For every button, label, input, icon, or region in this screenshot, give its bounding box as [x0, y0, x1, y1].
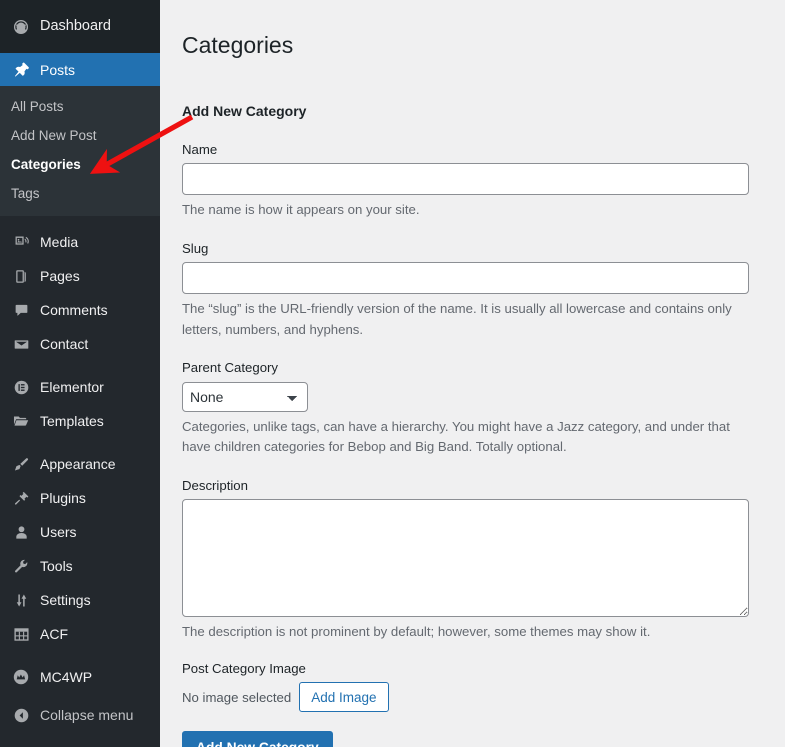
sidebar-item-label: Posts [40, 63, 75, 77]
sidebar-divider [0, 216, 160, 225]
sidebar-item-label: Contact [40, 337, 88, 351]
sidebar-divider [0, 651, 160, 660]
slug-label: Slug [182, 240, 763, 258]
sidebar-divider [0, 438, 160, 447]
parent-category-select[interactable]: None [182, 382, 308, 412]
sidebar-item-label: Pages [40, 269, 80, 283]
wordpress-admin-screen: Dashboard Posts All Posts Add New Post C… [0, 0, 785, 747]
post-category-image-row: No image selected Add Image [182, 682, 763, 712]
sidebar-item-settings[interactable]: Settings [0, 583, 160, 617]
field-description: Description The description is not promi… [182, 477, 763, 643]
parent-category-label: Parent Category [182, 359, 763, 377]
description-label: Description [182, 477, 763, 495]
main-content: Categories Add New Category Name The nam… [160, 0, 785, 747]
sidebar-item-acf[interactable]: ACF [0, 617, 160, 651]
plug-icon [11, 488, 31, 508]
sidebar-item-appearance[interactable]: Appearance [0, 447, 160, 481]
folder-icon [11, 411, 31, 431]
sidebar-item-label: Templates [40, 414, 104, 428]
sidebar-item-label: Settings [40, 593, 91, 607]
sidebar-item-label: Comments [40, 303, 108, 317]
pages-icon [11, 266, 31, 286]
sidebar-item-dashboard[interactable]: Dashboard [0, 0, 160, 53]
sidebar-item-label: Media [40, 235, 78, 249]
name-label: Name [182, 141, 763, 159]
slug-help-text: The “slug” is the URL-friendly version o… [182, 299, 748, 340]
submenu-item-all-posts[interactable]: All Posts [0, 92, 160, 121]
form-heading: Add New Category [182, 103, 763, 119]
sidebar-item-pages[interactable]: Pages [0, 259, 160, 293]
elementor-icon [11, 377, 31, 397]
dashboard-gauge-icon [11, 17, 31, 37]
description-textarea[interactable] [182, 499, 749, 617]
submenu-item-add-new-post[interactable]: Add New Post [0, 121, 160, 150]
paintbrush-icon [11, 454, 31, 474]
parent-category-help-text: Categories, unlike tags, can have a hier… [182, 417, 748, 458]
collapse-menu-label: Collapse menu [40, 708, 133, 722]
sidebar-item-comments[interactable]: Comments [0, 293, 160, 327]
media-icon [11, 232, 31, 252]
collapse-menu-button[interactable]: Collapse menu [0, 698, 160, 732]
description-help-text: The description is not prominent by defa… [182, 622, 748, 642]
slug-input[interactable] [182, 262, 749, 294]
add-new-category-submit-button[interactable]: Add New Category [182, 731, 333, 747]
sidebar-item-tools[interactable]: Tools [0, 549, 160, 583]
sidebar-item-mc4wp[interactable]: MC4WP [0, 660, 160, 694]
add-image-button[interactable]: Add Image [299, 682, 388, 712]
envelope-icon [11, 334, 31, 354]
field-slug: Slug The “slug” is the URL-friendly vers… [182, 240, 763, 340]
field-name: Name The name is how it appears on your … [182, 141, 763, 221]
post-category-image-label: Post Category Image [182, 660, 763, 678]
sidebar-item-media[interactable]: Media [0, 225, 160, 259]
sidebar-item-posts[interactable]: Posts [0, 53, 160, 86]
sidebar-item-label: Users [40, 525, 77, 539]
admin-sidebar: Dashboard Posts All Posts Add New Post C… [0, 0, 160, 747]
sidebar-item-users[interactable]: Users [0, 515, 160, 549]
mailchimp-icon [11, 667, 31, 687]
add-category-form: Name The name is how it appears on your … [182, 141, 763, 747]
page-title: Categories [182, 22, 763, 65]
sidebar-item-label: Tools [40, 559, 73, 573]
sidebar-item-label: MC4WP [40, 670, 92, 684]
sidebar-item-contact[interactable]: Contact [0, 327, 160, 361]
chevron-left-circle-icon [11, 705, 31, 725]
sidebar-item-elementor[interactable]: Elementor [0, 370, 160, 404]
posts-submenu: All Posts Add New Post Categories Tags [0, 86, 160, 216]
sidebar-item-label: Elementor [40, 380, 104, 394]
name-input[interactable] [182, 163, 749, 195]
pin-icon [11, 60, 31, 80]
field-parent-category: Parent Category None Categories, unlike … [182, 359, 763, 457]
sidebar-item-label: ACF [40, 627, 68, 641]
sliders-icon [11, 590, 31, 610]
grid-table-icon [11, 624, 31, 644]
sidebar-item-label: Plugins [40, 491, 86, 505]
sidebar-divider [0, 361, 160, 370]
submenu-item-label: All Posts [11, 99, 64, 114]
no-image-selected-text: No image selected [182, 690, 291, 705]
submenu-item-label: Categories [11, 157, 81, 172]
sidebar-item-label: Appearance [40, 457, 116, 471]
field-post-category-image: Post Category Image No image selected Ad… [182, 660, 763, 712]
submenu-item-categories[interactable]: Categories [0, 150, 160, 179]
user-icon [11, 522, 31, 542]
submenu-item-tags[interactable]: Tags [0, 179, 160, 208]
submenu-item-label: Add New Post [11, 128, 97, 143]
sidebar-item-plugins[interactable]: Plugins [0, 481, 160, 515]
sidebar-item-label: Dashboard [40, 19, 111, 34]
comment-bubble-icon [11, 300, 31, 320]
submenu-item-label: Tags [11, 186, 40, 201]
sidebar-item-templates[interactable]: Templates [0, 404, 160, 438]
name-help-text: The name is how it appears on your site. [182, 200, 748, 220]
wrench-icon [11, 556, 31, 576]
